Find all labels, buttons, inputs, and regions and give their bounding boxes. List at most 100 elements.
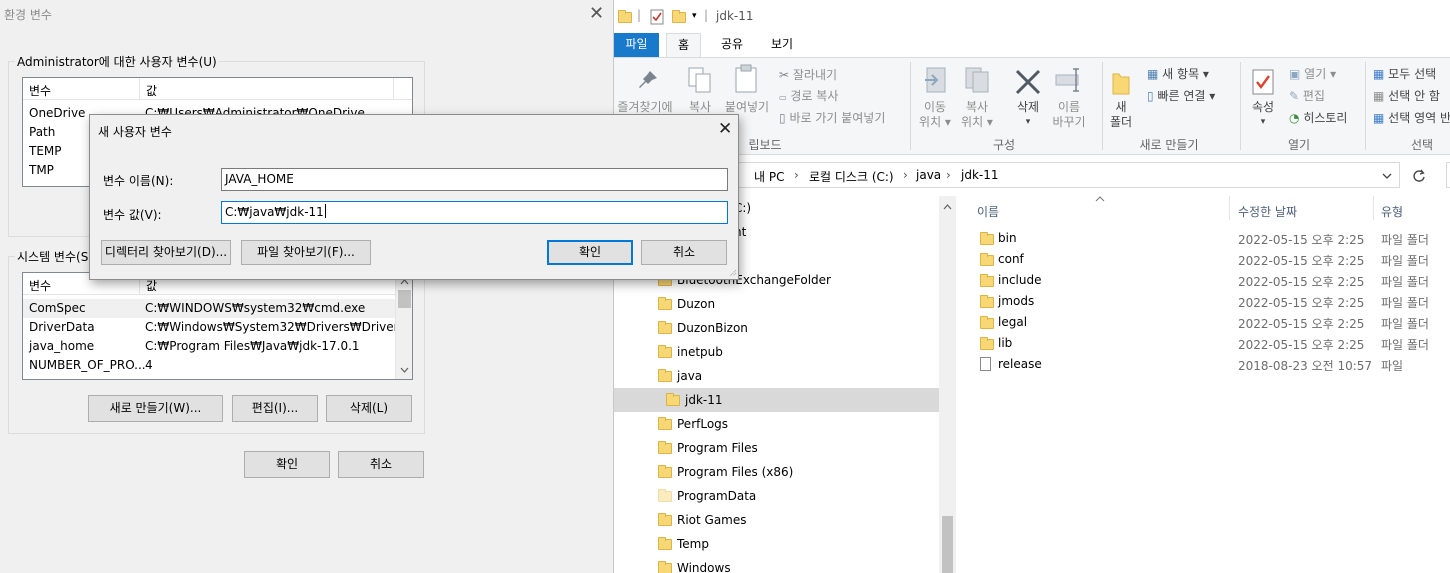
paste-button[interactable]: 붙여넣기 [720,100,774,115]
qat-customize-icon[interactable]: ▾ [692,11,697,21]
edit-icon: ✎ [1289,89,1300,103]
breadcrumb-separator: › [946,168,951,182]
file-row[interactable]: jmods 2022-05-15 오후 2:25 파일 폴더 [957,291,1450,312]
new-item-button[interactable]: ▦ 새 항목 ▾ [1147,65,1209,82]
search-box[interactable] [1446,162,1450,188]
pin-to-quick-access-button[interactable]: 즐겨찾기에 [614,100,676,115]
history-button[interactable]: ◔ 히스토리 [1289,109,1347,126]
edit-button[interactable]: ✎ 편집 [1289,87,1325,104]
nav-item[interactable]: Riot Games [614,508,939,532]
table-row[interactable]: java_home C:₩Program Files₩Java₩jdk-17.0… [23,337,395,356]
breadcrumb-jdk-11[interactable]: jdk-11 [961,168,999,182]
breadcrumb-local-disk[interactable]: 로컬 디스크 (C:) [809,168,894,185]
nav-item[interactable]: Windows [614,556,939,573]
nav-item[interactable]: inetpub [614,340,939,364]
column-header-variable[interactable]: 변수 [29,277,51,294]
nav-item[interactable]: Temp [614,532,939,556]
new-folder-button[interactable]: 새 폴더 [1104,100,1138,130]
browse-file-button[interactable]: 파일 찾아보기(F)... [241,240,371,265]
rename-button[interactable]: 이름 바꾸기 [1048,100,1090,130]
address-dropdown-icon[interactable] [1381,171,1393,181]
variable-value-label: 변수 값(V): [103,208,162,222]
copy-path-icon: ▭ [779,93,787,102]
env-close-icon[interactable]: ✕ [589,3,604,24]
file-modified: 2022-05-15 오후 2:25 [1238,296,1365,310]
column-header-type[interactable]: 유형 [1381,203,1403,220]
move-to-button[interactable]: 이동 위치 ▾ [914,100,956,130]
file-type: 파일 폴더 [1381,254,1429,268]
nav-item[interactable]: ProgramData [614,484,939,508]
new-folder-qat-icon[interactable] [672,10,686,23]
copy-to-label: 복사 [965,100,989,114]
file-name: release [998,357,1042,371]
env-cancel-button[interactable]: 취소 [338,451,424,478]
browse-directory-button[interactable]: 디렉터리 찾아보기(D)... [101,240,231,265]
table-row[interactable]: NUMBER_OF_PRO... 4 [23,356,395,375]
file-row[interactable]: legal 2022-05-15 오후 2:25 파일 폴더 [957,312,1450,333]
breadcrumb-this-pc[interactable]: 내 PC [754,168,784,185]
delete-button[interactable]: 삭제 ▾ [1008,100,1048,130]
file-row[interactable]: lib 2022-05-15 오후 2:25 파일 폴더 [957,333,1450,354]
column-header-value[interactable]: 값 [146,82,157,99]
system-edit-button[interactable]: 편집(I)... [232,395,318,422]
system-delete-button[interactable]: 삭제(L) [326,395,412,422]
file-row[interactable]: conf 2022-05-15 오후 2:25 파일 폴더 [957,249,1450,270]
variable-value-field[interactable]: C:₩java₩jdk-11 [221,201,728,224]
column-header-variable[interactable]: 변수 [29,82,51,99]
file-modified: 2022-05-15 오후 2:25 [1238,275,1365,289]
dialog-ok-button[interactable]: 확인 [547,240,633,265]
nav-item[interactable]: java [614,364,939,388]
explorer-window-title: jdk-11 [716,9,754,23]
properties-qat-icon[interactable] [650,9,664,25]
folder-icon [658,513,672,526]
invert-selection-button[interactable]: ▦ 선택 영역 반 [1373,109,1450,126]
select-none-button[interactable]: ▦ 선택 안 함 [1373,87,1440,104]
breadcrumb-java[interactable]: java [916,168,941,182]
delete-label: 삭제 [1016,100,1040,114]
tab-file[interactable]: 파일 [614,33,659,57]
tab-view[interactable]: 보기 [762,33,802,57]
paste-shortcut-button[interactable]: ▯ 바로 가기 붙여넣기 [779,109,885,126]
nav-pane-scrollbar[interactable] [939,196,956,573]
system-vars-scrollbar[interactable] [395,273,412,379]
tab-share[interactable]: 공유 [712,33,752,57]
nav-item[interactable]: DuzonBizon [614,316,939,340]
dialog-close-icon[interactable]: ✕ [718,119,732,139]
system-vars-list[interactable]: 변수 값 ComSpec C:₩WINDOWS₩system32₩cmd.exe… [22,272,413,380]
rename-label: 이름 [1057,100,1081,114]
table-row[interactable]: DriverData C:₩Windows₩System32₩Drivers₩D… [23,318,412,337]
tab-home[interactable]: 홈 [666,33,701,57]
var-name: TMP [29,163,54,177]
nav-item[interactable]: Program Files (x86) [614,460,939,484]
copy-button[interactable]: 복사 [684,100,716,115]
cut-button[interactable]: ✂ 잘라내기 [779,66,837,83]
nav-item[interactable]: Duzon [614,292,939,316]
copy-to-button[interactable]: 복사 위치 ▾ [956,100,998,130]
resize-grip-icon[interactable] [727,267,737,277]
folder-icon [658,321,672,334]
env-ok-button[interactable]: 확인 [244,451,330,478]
table-row[interactable]: ComSpec C:₩WINDOWS₩system32₩cmd.exe [23,299,395,318]
variable-name-label: 변수 이름(N): [103,174,174,188]
nav-item[interactable]: PerfLogs [614,412,939,436]
column-header-name[interactable]: 이름 [977,203,999,220]
refresh-icon[interactable] [1411,168,1427,184]
file-modified: 2022-05-15 오후 2:25 [1238,254,1365,268]
dialog-cancel-button[interactable]: 취소 [641,240,727,265]
select-all-button[interactable]: ▦ 모두 선택 [1373,65,1436,82]
file-row[interactable]: release 2018-08-23 오전 10:57 파일 [957,354,1450,375]
variable-name-field[interactable]: JAVA_HOME [221,168,728,191]
system-new-button[interactable]: 새로 만들기(W)... [88,395,223,422]
easy-access-button[interactable]: ▯ 빠른 연결 ▾ [1147,87,1215,104]
nav-item-selected[interactable]: jdk-11 [614,388,939,412]
delete-x-icon [1015,69,1041,95]
file-row[interactable]: include 2022-05-15 오후 2:25 파일 폴더 [957,270,1450,291]
folder-icon [980,232,994,245]
properties-button[interactable]: 속성 ▾ [1244,100,1282,130]
copy-path-button[interactable]: ▭ 경로 복사 [779,87,838,104]
edit-label: 편집 [1302,89,1325,103]
nav-item[interactable]: Program Files [614,436,939,460]
file-row[interactable]: bin 2022-05-15 오후 2:25 파일 폴더 [957,228,1450,249]
column-header-modified[interactable]: 수정한 날짜 [1238,203,1297,220]
open-button[interactable]: ▣ 열기 ▾ [1289,65,1336,82]
